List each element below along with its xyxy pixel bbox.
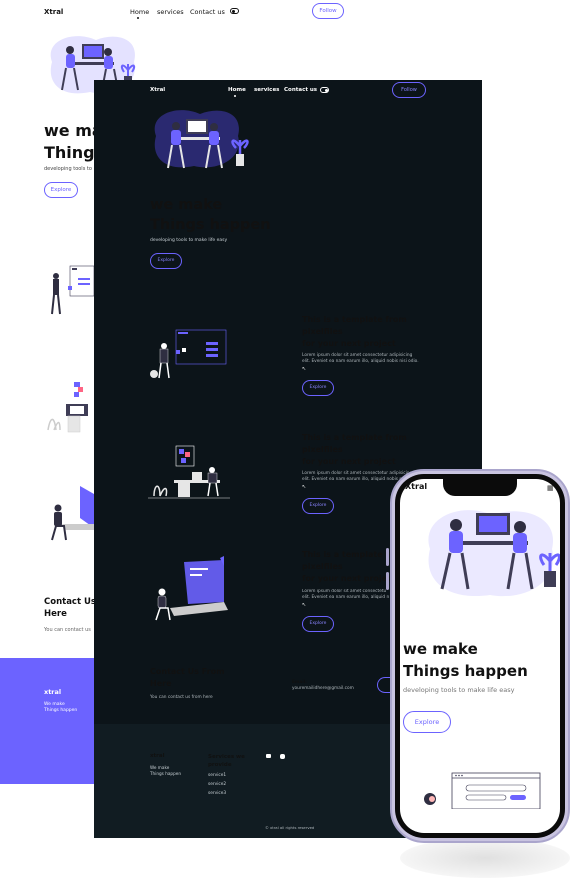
light-logo[interactable]: Xtral — [44, 8, 63, 16]
dark-theme-toggle-icon[interactable] — [320, 87, 329, 93]
feature-1-explore-button[interactable]: Explore — [302, 380, 334, 396]
services-title: Services we provide — [208, 754, 245, 768]
grid-icon[interactable]: ▦ — [547, 484, 554, 492]
email-value[interactable]: youremailidhere@gmail.com — [292, 686, 354, 691]
light-feature-illustration-2 — [47, 382, 88, 433]
feature-3-explore-button[interactable]: Explore — [302, 616, 334, 632]
dark-logo[interactable]: Xtral — [150, 87, 165, 93]
contact-button-partial[interactable] — [377, 677, 391, 693]
light-feature-illustration-1 — [51, 265, 94, 315]
phone-volume-up-button — [386, 548, 389, 566]
feature-2-title: This is a template from pixelfiles for y… — [302, 433, 407, 466]
light-footer-logo[interactable]: xtral — [44, 688, 61, 696]
feature-3-cursor-icon: ↖ — [302, 602, 307, 608]
dark-nav-active-dot — [234, 95, 236, 97]
light-contact-subtitle: You can contact us — [44, 627, 91, 633]
dark-feature-illustration-3 — [155, 556, 228, 621]
phone-shadow — [400, 838, 570, 878]
dark-nav-contact[interactable]: Contact us — [284, 87, 317, 93]
dark-hero-subtitle: developing tools to make life easy — [150, 238, 228, 243]
phone-explore-button[interactable]: Explore — [403, 711, 451, 733]
light-nav-contact[interactable]: Contact us — [190, 8, 225, 16]
light-explore-button[interactable]: Explore — [44, 182, 78, 198]
light-nav-active-dot — [137, 17, 139, 19]
dark-follow-button[interactable]: Follow — [392, 82, 426, 98]
dark-contact-subtitle: You can contact us from here — [150, 695, 213, 700]
phone-hero-illustration — [428, 510, 560, 597]
dark-hero-title: we make Things happen — [150, 197, 271, 233]
feature-1-cursor-icon: ↖ — [302, 366, 307, 372]
service-2-link[interactable]: service2 — [208, 782, 226, 787]
social-instagram-icon[interactable] — [280, 754, 285, 759]
light-footer-tagline: We make Things happen — [44, 702, 78, 713]
dark-contact-title: Contact Us From Here — [150, 667, 225, 688]
phone-notch — [443, 474, 517, 496]
dark-footer-logo[interactable]: xtral — [150, 753, 165, 759]
dark-feature-illustration-1 — [150, 329, 227, 379]
light-feature-illustration-3 — [51, 486, 94, 541]
service-3-link[interactable]: service3 — [208, 791, 226, 796]
feature-1-description: Lorem ipsum dolor sit amet consectetur a… — [302, 353, 419, 364]
light-hero-subtitle: developing tools to — [44, 166, 92, 172]
phone-hero-subtitle: developing tools to make life easy — [403, 686, 515, 694]
dark-hero-explore-button[interactable]: Explore — [150, 253, 182, 269]
social-mail-icon[interactable] — [266, 754, 271, 758]
dark-nav-services[interactable]: services — [254, 87, 279, 93]
copyright: © xtral all rights reserved — [265, 825, 315, 830]
phone-hero-title: we make Things happen — [403, 640, 528, 680]
email-label: Email: — [292, 680, 307, 685]
phone-logo[interactable]: Xtral — [405, 482, 427, 491]
feature-3-title: This is a template fro pixelfiles for yo… — [302, 550, 390, 583]
feature-3-description: Lorem ipsum dolor sit amet consectetu el… — [302, 589, 390, 600]
theme-toggle-icon[interactable] — [230, 8, 239, 14]
dark-hero-illustration — [154, 110, 249, 169]
phone-feature-preview — [424, 772, 541, 809]
feature-2-explore-button[interactable]: Explore — [302, 498, 334, 514]
service-1-link[interactable]: service1 — [208, 773, 226, 778]
dark-feature-illustration-2 — [148, 445, 230, 499]
feature-2-cursor-icon: ↖ — [302, 484, 307, 490]
feature-1-title: This is a template from pixelfiles for y… — [302, 315, 407, 348]
light-nav-services[interactable]: services — [157, 8, 184, 16]
dark-footer-tagline: We make Things happen — [150, 765, 181, 776]
phone-volume-down-button — [386, 572, 389, 590]
light-contact-title: Contact Us Here — [44, 597, 96, 619]
light-nav-home[interactable]: Home — [130, 8, 149, 16]
light-footer — [0, 658, 94, 784]
light-follow-button[interactable]: Follow — [312, 3, 344, 19]
dark-nav-home[interactable]: Home — [228, 87, 246, 93]
